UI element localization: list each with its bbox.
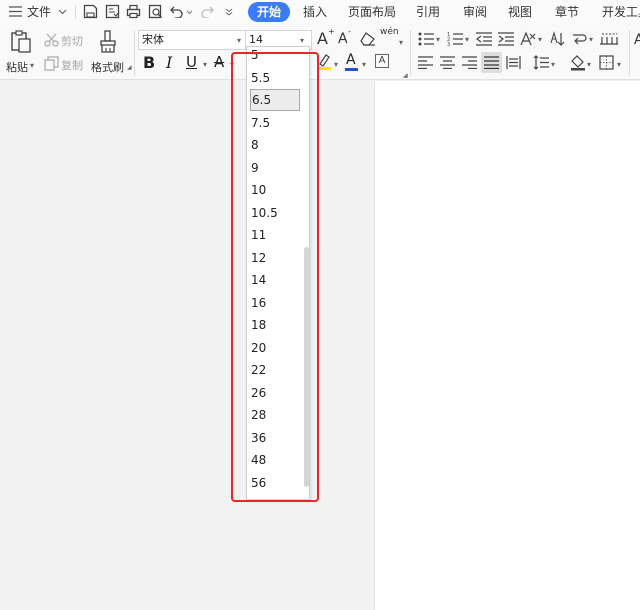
phonetic-dropdown-icon[interactable]: ▾ [399, 38, 403, 47]
highlight-annotation-box [231, 52, 319, 502]
tab-chapter[interactable]: 章节 [555, 0, 579, 24]
italic-button[interactable]: I [166, 53, 172, 72]
line-spacing-dropdown-icon[interactable]: ▾ [551, 60, 555, 69]
format-painter-button[interactable]: 格式刷 [91, 59, 124, 75]
font-name-dropdown-icon[interactable]: ▾ [237, 32, 241, 50]
font-color-button[interactable]: A [346, 52, 356, 68]
tab-home[interactable]: 开始 [248, 2, 290, 22]
font-dialog-launcher-icon[interactable]: ◢ [403, 72, 408, 79]
ribbon-toolbar: 粘贴 ▾ 剪切 复制 格式刷 ◢ 宋体 ▾ 14 ▾ A + A - wén ▾… [0, 24, 640, 80]
clipboard-dialog-launcher-icon[interactable]: ◢ [127, 64, 132, 71]
tab-insert[interactable]: 插入 [303, 0, 327, 24]
font-name-combobox[interactable]: 宋体 ▾ [138, 30, 246, 50]
file-menu[interactable]: 文件 [27, 0, 51, 24]
menu-bar: 文件 开始 插入 页面布局 引用 审阅 视图 章节 开发工具 [0, 0, 640, 24]
underline-button[interactable]: U [186, 53, 197, 71]
tab-page-layout[interactable]: 页面布局 [348, 0, 396, 24]
shading-dropdown-icon[interactable]: ▾ [587, 60, 591, 69]
strikethrough-button[interactable]: A [214, 53, 224, 71]
bold-button[interactable]: B [143, 53, 155, 72]
highlight-dropdown-icon[interactable]: ▾ [334, 60, 338, 69]
line-break-dropdown-icon[interactable]: ▾ [589, 35, 593, 44]
decrease-arrow-icon: - [348, 27, 351, 36]
paste-button[interactable]: 粘贴 [6, 59, 28, 75]
font-name-value: 宋体 [142, 33, 164, 46]
borders-dropdown-icon[interactable]: ▾ [617, 60, 621, 69]
numbering-dropdown-icon[interactable]: ▾ [465, 35, 469, 44]
tab-references[interactable]: 引用 [416, 0, 440, 24]
underline-dropdown-icon[interactable]: ▾ [203, 60, 207, 69]
tab-developer[interactable]: 开发工具 [602, 0, 640, 24]
tab-view[interactable]: 视图 [508, 0, 532, 24]
document-page[interactable] [374, 81, 640, 610]
decrease-font-size-button[interactable]: A [338, 31, 348, 47]
font-size-value: 14 [249, 33, 263, 46]
svg-text:3: 3 [447, 42, 450, 46]
font-color-dropdown-icon[interactable]: ▾ [362, 60, 366, 69]
increase-arrow-icon: + [328, 27, 335, 36]
style-gallery-item[interactable]: A [634, 32, 640, 48]
copy-button[interactable]: 复制 [61, 57, 83, 73]
character-border-button[interactable]: A [375, 54, 389, 68]
paste-dropdown-icon[interactable]: ▾ [30, 61, 34, 70]
increase-font-size-button[interactable]: A [317, 29, 328, 48]
cut-button[interactable]: 剪切 [61, 33, 83, 49]
phonetic-guide-button[interactable]: wén [380, 27, 399, 37]
bullet-dropdown-icon[interactable]: ▾ [436, 35, 440, 44]
tab-review[interactable]: 审阅 [463, 0, 487, 24]
chinese-layout-dropdown-icon[interactable]: ▾ [538, 35, 542, 44]
font-color-bar [345, 68, 358, 71]
